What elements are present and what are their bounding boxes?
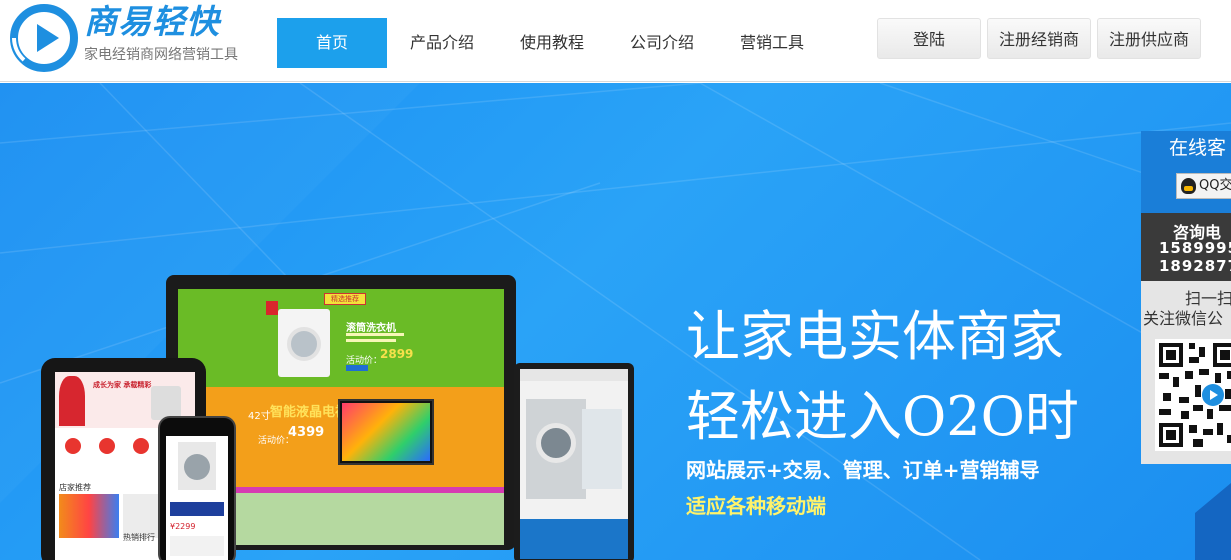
- tv-price: 4399: [288, 425, 325, 440]
- phone-price: ¥2299: [170, 522, 196, 531]
- tv-title: 智能液晶电视: [270, 405, 349, 420]
- promo-badge: 精选推荐: [324, 293, 366, 305]
- qq-chat-label: QQ交: [1199, 178, 1231, 193]
- nav-tutorials[interactable]: 使用教程: [497, 18, 607, 68]
- register-supplier-button[interactable]: 注册供应商: [1097, 18, 1201, 59]
- hero-title-line2: 轻松进入O2O时: [686, 385, 1079, 448]
- laptop-screen: [520, 369, 628, 559]
- wechat-scan-area: 扫一扫 关注微信公: [1141, 281, 1231, 464]
- wechat-qr-code-icon[interactable]: [1155, 339, 1231, 451]
- nav-products[interactable]: 产品介绍: [387, 18, 497, 68]
- hero-banner[interactable]: 精选推荐 滚筒洗衣机 活动价： 2899 42寸 智能液晶电视 活动价： 439…: [0, 83, 1231, 560]
- washer-price: 2899: [380, 347, 414, 361]
- follow-wechat-label: 关注微信公: [1143, 309, 1224, 328]
- qq-chat-button[interactable]: QQ交: [1176, 173, 1231, 199]
- tv-image: [338, 399, 434, 465]
- tablet-banner-text: 成长为家 承载精彩: [93, 381, 152, 389]
- site-header: 商易轻快 家电经销商网络营销工具 首页 产品介绍 使用教程 公司介绍 营销工具 …: [0, 0, 1231, 82]
- service-title: 在线客: [1169, 137, 1227, 159]
- nav-marketing-tools[interactable]: 营销工具: [717, 18, 827, 68]
- washer-title: 滚筒洗衣机: [346, 323, 396, 334]
- tv-size: 42寸: [248, 411, 271, 422]
- online-service-panel: 在线客 QQ交 咨询电 1589995 1892877 扫一扫 关注微信公: [1141, 131, 1231, 464]
- phone-number-1[interactable]: 1589995: [1159, 239, 1231, 257]
- tablet-hot-label: 热销排行: [123, 533, 155, 542]
- login-button[interactable]: 登陆: [877, 18, 981, 59]
- phone-screen: ¥2299: [166, 436, 228, 560]
- logo-play-icon[interactable]: [10, 4, 78, 72]
- hero-subtitle-features: 网站展示+交易、管理、订单+营销辅导: [686, 458, 1040, 482]
- qq-penguin-icon: [1181, 178, 1196, 194]
- hero-subtitle-mobile: 适应各种移动端: [686, 494, 826, 518]
- tablet-store-label: 店家推荐: [59, 483, 91, 492]
- register-dealer-button[interactable]: 注册经销商: [987, 18, 1091, 59]
- brand-slogan: 家电经销商网络营销工具: [84, 47, 238, 63]
- laptop: [510, 363, 660, 560]
- hero-title-line1: 让家电实体商家: [686, 305, 1064, 368]
- washer-image: [278, 309, 330, 377]
- nav-company[interactable]: 公司介绍: [607, 18, 717, 68]
- main-nav: 首页 产品介绍 使用教程 公司介绍 营销工具: [277, 18, 827, 68]
- phone-number-2[interactable]: 1892877: [1159, 257, 1231, 275]
- brand-name[interactable]: 商易轻快: [84, 2, 220, 42]
- phone: ¥2299: [158, 416, 238, 560]
- nav-home[interactable]: 首页: [277, 18, 387, 68]
